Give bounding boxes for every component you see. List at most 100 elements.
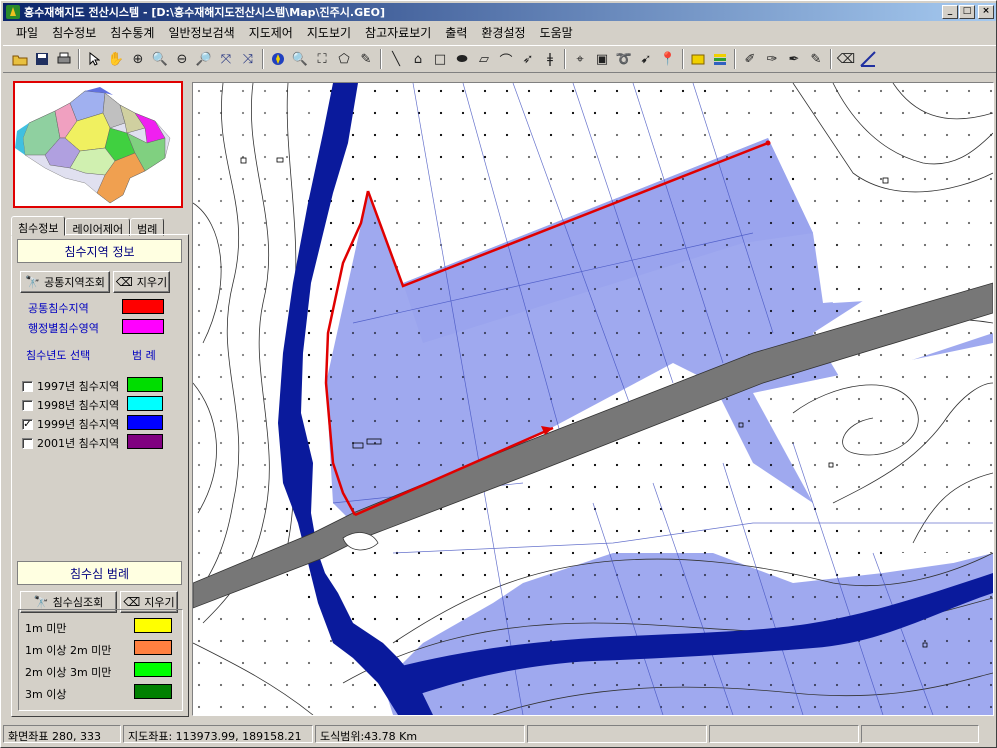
save-icon[interactable] (31, 48, 53, 70)
year-1998-checkbox[interactable] (22, 399, 33, 411)
ellipse-icon[interactable]: ⬬ (451, 48, 473, 70)
year-1999-swatch (127, 415, 163, 430)
depth-level-swatch (134, 640, 172, 655)
window-title: 홍수재해지도 전산시스템 - [D:\홍수재해지도전산시스템\Map\진주시.G… (24, 6, 386, 19)
measure-icon[interactable] (857, 48, 879, 70)
eraser-icon: ⌫ (123, 595, 141, 609)
app-icon (6, 5, 20, 19)
select-lasso-icon[interactable]: ➰ (613, 48, 635, 70)
flood-info-panel: 침수지역 정보 🔭 공통지역조회 ⌫ 지우기 공통침수지역 행정별침수영역 침수년도… (11, 234, 189, 717)
menu-map-view[interactable]: 지도보기 (300, 24, 358, 41)
year-1999-checkbox[interactable]: ✓ (22, 418, 33, 430)
minimize-button[interactable]: _ (942, 5, 958, 19)
toolbar-separator (380, 49, 382, 69)
text-icon[interactable]: ǂ (539, 48, 561, 70)
legend-column-label: 범 례 (132, 349, 156, 362)
close-button[interactable]: × (978, 5, 994, 19)
status-bar: 화면좌표 280, 333 지도좌표: 113973.99, 189158.21… (3, 725, 996, 745)
binoculars-icon: 🔭 (25, 275, 41, 289)
edit-layer2-icon[interactable]: ✑ (761, 48, 783, 70)
menu-bar: 파일 침수정보 침수통계 일반정보검색 지도제어 지도보기 참고자료보기 출력 … (3, 22, 996, 42)
menu-help[interactable]: 도움말 (533, 24, 580, 41)
year-1999-row[interactable]: ✓ 1999년 침수지역 (22, 416, 119, 432)
clear-area-label: 지우기 (136, 276, 168, 289)
zoom-search-icon[interactable]: 🔎 (193, 48, 215, 70)
eraser-icon[interactable]: ⌫ (835, 48, 857, 70)
region-icon[interactable]: ▱ (473, 48, 495, 70)
depth-level-label: 1m 미만 (25, 622, 67, 635)
select-rect-icon[interactable]: ▣ (591, 48, 613, 70)
panel-tabs: 침수정보 레이어제어 범례 (11, 216, 165, 236)
layer-yellow-icon[interactable] (687, 48, 709, 70)
menu-flood-info[interactable]: 침수정보 (45, 24, 103, 41)
menu-flood-stats[interactable]: 침수통계 (103, 24, 161, 41)
layer-stack-icon[interactable] (709, 48, 731, 70)
polygon-icon[interactable]: ⬠ (333, 48, 355, 70)
year-1998-row[interactable]: 1998년 침수지역 (22, 397, 119, 413)
left-panel: 침수정보 레이어제어 범례 침수지역 정보 🔭 공통지역조회 ⌫ 지우기 공통침수지… (8, 77, 189, 717)
edit-layer3-icon[interactable]: ✒ (783, 48, 805, 70)
zoom-in-region-icon[interactable]: ⊕ (127, 48, 149, 70)
menu-print[interactable]: 출력 (438, 24, 474, 41)
full-extent-icon[interactable]: ⤧ (215, 48, 237, 70)
admin-flood-area-label: 행정별침수영역 (28, 322, 99, 335)
depth-level-label: 3m 이상 (25, 688, 67, 701)
year-2001-swatch (127, 434, 163, 449)
year-select-label: 침수년도 선택 (26, 349, 91, 362)
arc-icon[interactable]: ⌒ (495, 48, 517, 70)
edit-layer4-icon[interactable]: ✎ (805, 48, 827, 70)
status-empty-panel (527, 725, 707, 743)
zoom-out-icon[interactable]: ⊖ (171, 48, 193, 70)
overview-map[interactable] (13, 81, 183, 208)
app-window: 홍수재해지도 전산시스템 - [D:\홍수재해지도전산시스템\Map\진주시.G… (0, 0, 997, 748)
zoom-fit-icon[interactable]: ⤨ (237, 48, 259, 70)
rectangle-icon[interactable]: □ (429, 48, 451, 70)
magnifier-icon[interactable]: 🔍 (289, 48, 311, 70)
line-icon[interactable]: ╲ (385, 48, 407, 70)
status-empty-panel (861, 725, 979, 743)
common-area-query-button[interactable]: 🔭 공통지역조회 (20, 271, 110, 293)
binoculars-icon: 🔭 (33, 595, 49, 609)
pin-icon[interactable]: 📍 (657, 48, 679, 70)
toolbar-separator (734, 49, 736, 69)
year-2001-label: 2001년 침수지역 (37, 437, 120, 450)
tab-flood-info[interactable]: 침수정보 (11, 216, 66, 236)
year-1997-row[interactable]: 1997년 침수지역 (22, 378, 119, 394)
select-cursor-icon[interactable]: ➹ (635, 48, 657, 70)
select-point-icon[interactable]: ⌖ (569, 48, 591, 70)
year-1999-label: 1999년 침수지역 (37, 418, 120, 431)
depth-level-label: 2m 이상 3m 미만 (25, 666, 112, 679)
year-1997-checkbox[interactable] (22, 380, 33, 392)
pan-hand-icon[interactable]: ✋ (105, 48, 127, 70)
depth-level-swatch (134, 684, 172, 699)
menu-reference[interactable]: 참고자료보기 (358, 24, 438, 41)
year-2001-row[interactable]: 2001년 침수지역 (22, 435, 119, 451)
maximize-button[interactable]: □ (959, 5, 975, 19)
toolbar-separator (78, 49, 80, 69)
title-bar: 홍수재해지도 전산시스템 - [D:\홍수재해지도전산시스템\Map\진주시.G… (3, 3, 996, 21)
menu-general-search[interactable]: 일반정보검색 (161, 24, 241, 41)
menu-map-control[interactable]: 지도제어 (242, 24, 300, 41)
open-icon[interactable] (9, 48, 31, 70)
pen-icon[interactable]: ✎ (355, 48, 377, 70)
edit-layer-icon[interactable]: ✐ (739, 48, 761, 70)
common-flood-area-swatch (122, 299, 164, 314)
map-canvas[interactable] (192, 82, 994, 716)
year-1998-label: 1998년 침수지역 (37, 399, 120, 412)
year-2001-checkbox[interactable] (22, 437, 33, 449)
menu-file[interactable]: 파일 (9, 24, 45, 41)
year-1998-swatch (127, 396, 163, 411)
depth-level-swatch (134, 662, 172, 677)
pointer-icon[interactable] (83, 48, 105, 70)
depth-level-label: 1m 이상 2m 미만 (25, 644, 112, 657)
print-icon[interactable] (53, 48, 75, 70)
arrow-icon[interactable]: ➶ (517, 48, 539, 70)
common-flood-area-label: 공통침수지역 (28, 302, 89, 315)
clear-area-button[interactable]: ⌫ 지우기 (113, 271, 170, 293)
menu-settings[interactable]: 환경설정 (474, 24, 532, 41)
toolbar-separator (830, 49, 832, 69)
polygon-select-icon[interactable]: ⛶ (311, 48, 333, 70)
zoom-in-icon[interactable]: 🔍 (149, 48, 171, 70)
compass-icon[interactable] (267, 48, 289, 70)
polyline-icon[interactable]: ⌂ (407, 48, 429, 70)
